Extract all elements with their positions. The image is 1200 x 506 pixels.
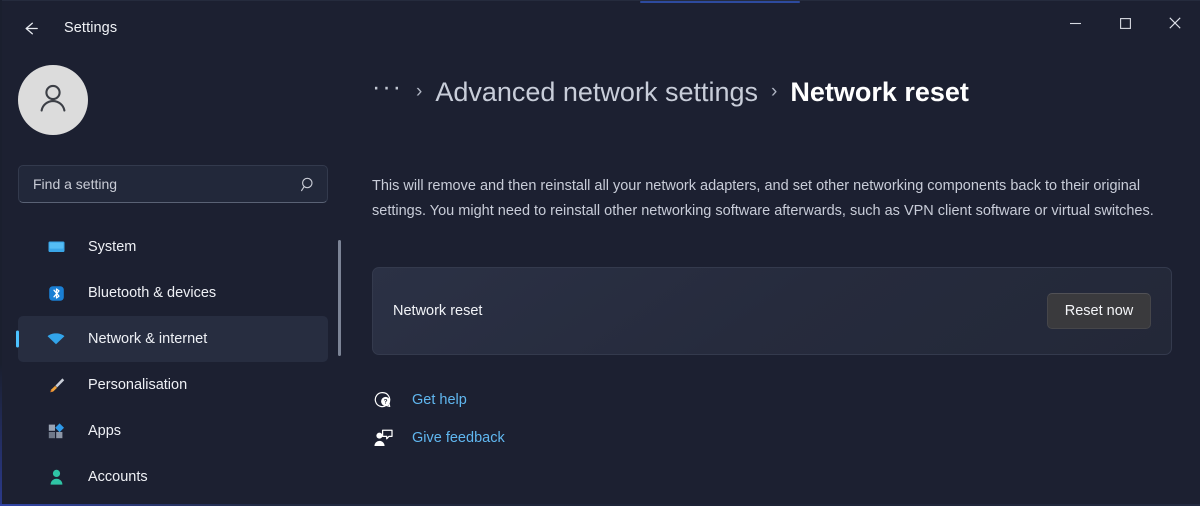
- sidebar-item-bluetooth-devices[interactable]: Bluetooth & devices: [18, 270, 328, 316]
- minimize-icon: [1069, 17, 1082, 30]
- give-feedback-link[interactable]: Give feedback: [372, 419, 505, 457]
- sidebar-item-system[interactable]: System: [18, 224, 328, 270]
- link-label: Get help: [412, 392, 467, 408]
- sidebar-item-label: Accounts: [88, 469, 148, 485]
- account-person-icon: [46, 467, 66, 487]
- sidebar-item-label: Network & internet: [88, 331, 208, 347]
- paintbrush-icon: [46, 375, 66, 395]
- sidebar-nav: System Bluetooth & devices Network & int…: [0, 224, 348, 500]
- search-box[interactable]: [18, 165, 328, 203]
- bluetooth-icon: [46, 283, 66, 303]
- link-label: Give feedback: [412, 430, 505, 446]
- breadcrumb-separator: ›: [771, 81, 778, 102]
- back-button[interactable]: [12, 10, 48, 46]
- sidebar-item-label: Personalisation: [88, 377, 188, 393]
- sidebar-item-network-internet[interactable]: Network & internet: [16, 316, 328, 362]
- sidebar-item-accounts[interactable]: Accounts: [18, 454, 328, 500]
- minimize-button[interactable]: [1050, 0, 1100, 46]
- breadcrumb: ··· › Advanced network settings › Networ…: [372, 67, 969, 117]
- search-input[interactable]: [33, 176, 294, 192]
- sidebar: System Bluetooth & devices: [0, 56, 348, 506]
- get-help-link[interactable]: ? Get help: [372, 381, 505, 419]
- apps-icon: [46, 421, 66, 441]
- network-reset-card: Network reset Reset now: [372, 267, 1172, 355]
- svg-text:?: ?: [383, 398, 387, 405]
- network-reset-card-label: Network reset: [393, 303, 483, 319]
- breadcrumb-separator: ›: [415, 81, 423, 102]
- page-title: Network reset: [790, 76, 969, 107]
- selection-pill: [16, 330, 19, 348]
- reset-now-button[interactable]: Reset now: [1047, 293, 1151, 329]
- help-question-bubble-icon: ?: [372, 389, 394, 411]
- breadcrumb-parent-link[interactable]: Advanced network settings: [435, 77, 758, 108]
- breadcrumb-overflow-button[interactable]: ···: [372, 74, 403, 110]
- user-avatar-icon: [33, 78, 73, 123]
- close-button[interactable]: [1150, 0, 1200, 46]
- app-title: Settings: [64, 20, 118, 36]
- avatar[interactable]: [18, 65, 88, 135]
- support-links: ? Get help Give feedback: [372, 381, 505, 457]
- sidebar-item-personalisation[interactable]: Personalisation: [18, 362, 328, 408]
- sidebar-item-label: Bluetooth & devices: [88, 285, 217, 301]
- maximize-icon: [1119, 17, 1132, 30]
- sidebar-item-label: Apps: [88, 423, 122, 439]
- wifi-icon: [46, 329, 66, 349]
- feedback-person-bubble-icon: [372, 427, 394, 449]
- search-icon: [300, 176, 317, 193]
- sidebar-scrollbar[interactable]: [338, 240, 341, 356]
- sidebar-item-apps[interactable]: Apps: [18, 408, 328, 454]
- monitor-icon: [46, 237, 66, 257]
- maximize-button[interactable]: [1100, 0, 1150, 46]
- back-arrow-icon: [21, 19, 40, 38]
- main-content: ··· › Advanced network settings › Networ…: [348, 56, 1200, 506]
- sidebar-item-label: System: [88, 239, 137, 255]
- window-controls: [1050, 0, 1200, 56]
- settings-window: Settings Find a setting System Bluetooth…: [0, 0, 1200, 506]
- close-icon: [1168, 16, 1182, 30]
- title-bar: Settings: [0, 0, 1200, 56]
- description-text: This will remove and then reinstall all …: [372, 178, 1154, 219]
